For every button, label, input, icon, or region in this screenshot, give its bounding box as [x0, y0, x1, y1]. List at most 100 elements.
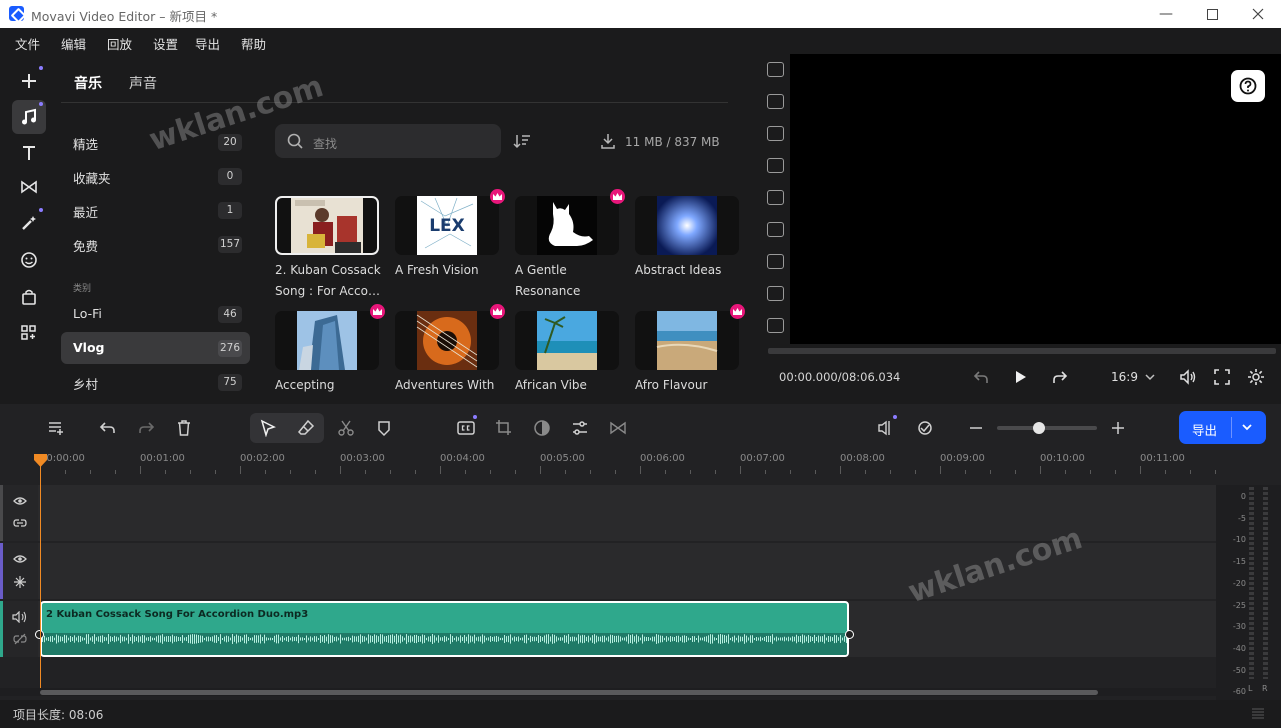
waveform-bar: [436, 637, 437, 641]
waveform-bar: [216, 635, 217, 643]
waveform-bar: [686, 636, 687, 642]
tab-music[interactable]: 音乐: [74, 73, 102, 93]
preview-scrubber[interactable]: [768, 348, 1276, 354]
waveform-bar: [654, 636, 655, 642]
ruler-label: 00:08:00: [840, 453, 885, 464]
genre-vlog[interactable]: Vlog 276: [61, 332, 250, 364]
waveform-bar: [64, 634, 65, 644]
volume-icon[interactable]: [1179, 368, 1197, 386]
import-tool[interactable]: [12, 64, 46, 98]
ruler-tick: [665, 470, 666, 474]
waveform-bar: [692, 636, 693, 642]
menu-playback[interactable]: 回放: [107, 34, 132, 53]
menu-export[interactable]: 导出: [195, 34, 220, 53]
chevron-down-icon[interactable]: [1144, 372, 1156, 382]
category-recent[interactable]: 最近 1: [61, 194, 250, 226]
clip-trim-handle-right[interactable]: [845, 630, 854, 639]
waveform-bar: [756, 637, 757, 641]
music-tool[interactable]: [12, 100, 46, 134]
fullscreen-icon[interactable]: [1213, 368, 1231, 386]
search-input[interactable]: 查找: [313, 135, 337, 152]
audio-clip[interactable]: 2 Kuban Cossack Song For Accordion Duo.m…: [40, 601, 849, 657]
waveform-bar: [168, 636, 169, 642]
waveform-bar: [802, 634, 803, 644]
waveform-bar: [194, 634, 195, 644]
waveform-bar: [470, 635, 471, 643]
help-button[interactable]: [1231, 70, 1265, 102]
waveform-bar: [810, 636, 811, 642]
meter-db-label: -30: [1232, 622, 1246, 632]
stickers-tool[interactable]: [12, 243, 46, 277]
waveform-bar: [768, 635, 769, 643]
maximize-button[interactable]: [1189, 0, 1235, 28]
category-favorites[interactable]: 收藏夹 0: [61, 160, 250, 192]
waveform-bar: [192, 634, 193, 644]
gear-icon[interactable]: [1247, 368, 1265, 386]
waveform-bar: [842, 637, 843, 641]
meter-right-label: R: [1262, 684, 1268, 693]
waveform-bar: [378, 636, 379, 642]
aspect-ratio-select[interactable]: 16:9: [1111, 370, 1138, 384]
category-free[interactable]: 免费 157: [61, 228, 250, 260]
waveform-bar: [156, 636, 157, 642]
tab-divider: [61, 102, 728, 103]
waveform-bar: [246, 634, 247, 644]
video-track[interactable]: [0, 485, 1216, 541]
waveform-bar: [222, 637, 223, 641]
waveform-bar: [342, 637, 343, 641]
effects-tool[interactable]: [12, 206, 46, 240]
redo-playback-icon[interactable]: [1050, 368, 1068, 386]
ruler-tick: [515, 470, 516, 474]
store-tool[interactable]: [12, 280, 46, 314]
waveform-bar: [118, 637, 119, 641]
ruler-tick: [1215, 470, 1216, 474]
eye-icon[interactable]: [13, 495, 27, 507]
waveform-bar: [368, 634, 369, 644]
more-tools[interactable]: [12, 316, 46, 350]
speaker-icon[interactable]: [12, 611, 28, 623]
eye-icon[interactable]: [13, 553, 27, 565]
sort-icon[interactable]: [513, 132, 531, 150]
menu-file[interactable]: 文件: [15, 34, 40, 53]
genre-country[interactable]: 乡村 75: [61, 366, 250, 398]
waveform-bar: [106, 637, 107, 641]
close-button[interactable]: [1235, 0, 1281, 28]
waveform-bar: [182, 635, 183, 643]
scrollbar-thumb[interactable]: [40, 690, 1098, 695]
storage-usage: 11 MB / 837 MB: [625, 135, 720, 149]
playhead-handle[interactable]: [34, 454, 47, 467]
menu-settings[interactable]: 设置: [153, 34, 178, 53]
minimize-button[interactable]: —: [1143, 0, 1189, 28]
waveform-bar: [580, 635, 581, 643]
sparkle-icon[interactable]: [13, 575, 27, 589]
waveform-bar: [202, 635, 203, 643]
waveform-bar: [488, 637, 489, 641]
ruler-tick: [965, 470, 966, 474]
waveform-bar: [332, 635, 333, 643]
menu-help[interactable]: 帮助: [241, 34, 266, 53]
tab-sound[interactable]: 声音: [129, 73, 157, 93]
ruler-label: 00:05:00: [540, 453, 585, 464]
track-thumbnail: [515, 196, 619, 255]
titles-tool[interactable]: [12, 136, 46, 170]
waveform-bar: [578, 634, 579, 644]
waveform-bar: [770, 635, 771, 643]
play-icon[interactable]: [1011, 368, 1029, 386]
chevron-down-icon[interactable]: [1241, 422, 1253, 432]
undo-playback-icon[interactable]: [973, 368, 991, 386]
genre-lofi[interactable]: Lo-Fi 46: [61, 298, 250, 330]
waveform-bar: [210, 637, 211, 641]
transitions-tool[interactable]: [12, 170, 46, 204]
waveform-bar: [728, 634, 729, 644]
waveform-bar: [226, 635, 227, 643]
waveform-bar: [540, 636, 541, 642]
time-ruler[interactable]: 00:00:00 00:01:00 00:02:00 00:03:00 00:04:00…: [0, 400, 1216, 485]
track-header-overlay: [0, 543, 38, 599]
timeline-scrollbar[interactable]: [0, 688, 1216, 696]
menu-edit[interactable]: 编辑: [61, 34, 86, 53]
link-icon[interactable]: [13, 517, 27, 529]
unlink-icon[interactable]: [13, 633, 27, 645]
search-box[interactable]: 查找: [275, 124, 501, 158]
waveform-bar: [306, 635, 307, 643]
waveform-bar: [476, 637, 477, 641]
